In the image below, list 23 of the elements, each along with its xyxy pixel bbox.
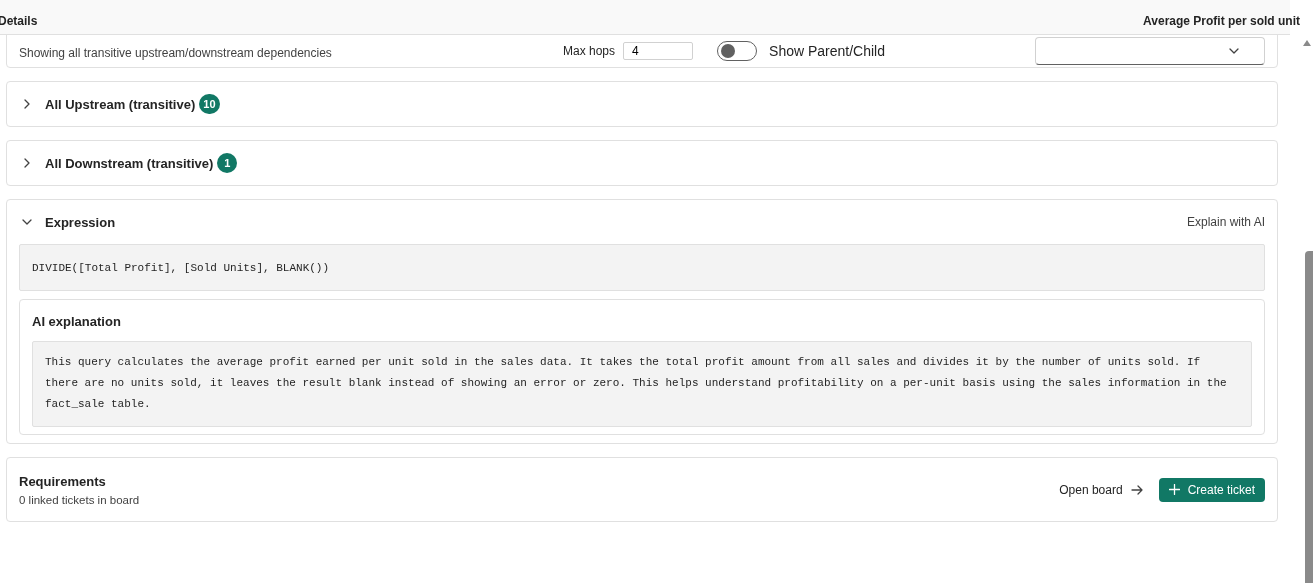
max-hops-field[interactable]: 4 xyxy=(623,41,694,60)
arrow-right-icon xyxy=(1130,483,1143,496)
explanation-title: AI explanation xyxy=(32,314,122,329)
entity-name: Average Profit per sold unit xyxy=(1143,14,1300,28)
explain-link[interactable]: Explain with AI xyxy=(1186,215,1265,229)
code-block: DIVIDE([Total Profit], [Sold Units], BLANK()) xyxy=(19,244,1265,291)
description-text: Showing all transitive upstream/downstream dependencies xyxy=(19,46,333,60)
count-badge: 1 xyxy=(217,153,238,173)
field-label: Max hops xyxy=(563,43,616,58)
create-ticket-button[interactable]: Create ticket xyxy=(1158,477,1265,502)
count-badge: 10 xyxy=(199,94,220,114)
open-board-link[interactable]: Open board xyxy=(1059,482,1143,497)
scroll-up-icon[interactable] xyxy=(1303,40,1311,46)
toggle-label: Show Parent/Child xyxy=(769,42,885,59)
section-title[interactable]: All Downstream (transitive) xyxy=(45,155,214,171)
section-title[interactable]: Expression xyxy=(45,214,116,230)
dropdown[interactable] xyxy=(1035,36,1265,65)
scrollbar-thumb[interactable] xyxy=(1305,251,1313,583)
explanation-text: This query calculates the average profit earned per unit sold in the sales data. It takes the total profit amount from all sales and divides it by the number of units sold. If there are no units sold, it leaves the result blank instead of showing an error or zero. This helps understand profitability on a per-unit basis using the sales information in the fact_sale table. xyxy=(32,341,1252,427)
plus-icon xyxy=(1168,484,1180,495)
ticket-count: 0 linked tickets in board xyxy=(19,493,141,506)
section-title[interactable]: All Upstream (transitive) xyxy=(45,96,196,112)
section-title: Requirements xyxy=(19,473,107,489)
